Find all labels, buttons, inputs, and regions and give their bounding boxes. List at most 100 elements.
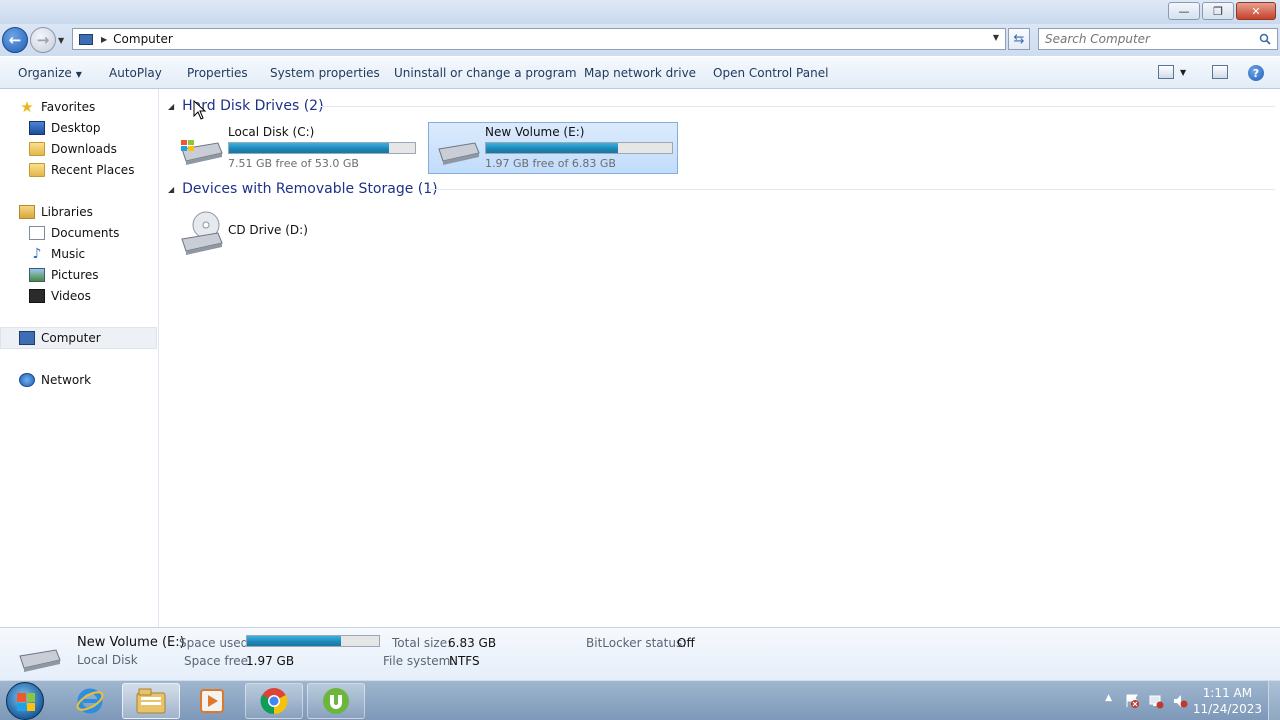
title-bar: — ❐ ✕	[0, 0, 1280, 24]
computer-icon	[19, 331, 35, 345]
show-hidden-icons-button[interactable]: ▲	[1105, 693, 1112, 703]
preview-pane-button[interactable]	[1212, 65, 1228, 79]
breadcrumb-computer[interactable]: Computer	[113, 32, 173, 46]
uninstall-program-button[interactable]: Uninstall or change a program	[394, 66, 577, 80]
back-button[interactable]: ←	[2, 27, 28, 53]
open-control-panel-button[interactable]: Open Control Panel	[713, 66, 828, 80]
properties-button[interactable]: Properties	[187, 66, 248, 80]
collapse-triangle-icon[interactable]: ◢	[168, 102, 174, 111]
sidebar-label: Recent Places	[51, 163, 135, 177]
clock-time: 1:11 AM	[1202, 686, 1253, 700]
change-view-button[interactable]: ▼	[1158, 65, 1186, 79]
sidebar-item-videos[interactable]: Videos	[29, 286, 91, 306]
details-subtitle: Local Disk	[77, 653, 138, 667]
clock-date: 11/24/2023	[1192, 702, 1262, 716]
clock[interactable]: 1:11 AM 11/24/2023	[1193, 685, 1262, 717]
search-box[interactable]	[1038, 28, 1278, 50]
total-size-label: Total size:	[392, 636, 452, 650]
taskbar-windows-explorer[interactable]	[122, 683, 180, 719]
maximize-button[interactable]: ❐	[1202, 2, 1234, 20]
search-input[interactable]	[1045, 32, 1255, 46]
documents-icon	[29, 226, 45, 240]
hard-drive-icon	[19, 649, 61, 672]
sidebar-label: Desktop	[51, 121, 101, 135]
space-used-label: Space used:	[179, 636, 253, 650]
drive-item-e[interactable]: New Volume (E:) 1.97 GB free of 6.83 GB	[428, 122, 678, 174]
space-used-bar	[246, 635, 380, 647]
address-dropdown-icon[interactable]: ▼	[993, 33, 999, 42]
help-button[interactable]: ?	[1248, 65, 1264, 81]
space-used-fill	[247, 636, 341, 646]
group-divider	[428, 189, 1275, 190]
show-desktop-button[interactable]	[1268, 681, 1280, 720]
action-center-flag-icon[interactable]	[1124, 693, 1140, 709]
hard-drive-icon	[438, 142, 480, 165]
map-network-drive-button[interactable]: Map network drive	[584, 66, 696, 80]
forward-button[interactable]: →	[30, 27, 56, 53]
organize-button[interactable]: Organize ▼	[18, 66, 82, 80]
group-header-removable[interactable]: ◢ Devices with Removable Storage (1)	[168, 178, 438, 200]
sidebar-label: Computer	[41, 331, 101, 345]
drive-usage-fill	[486, 143, 619, 153]
preview-pane-icon	[1212, 65, 1228, 79]
star-icon: ★	[20, 98, 34, 116]
sidebar-item-downloads[interactable]: Downloads	[29, 139, 117, 159]
collapse-triangle-icon[interactable]: ◢	[168, 185, 174, 194]
search-icon[interactable]	[1259, 33, 1271, 45]
navigation-pane: ★ Favorites Desktop Downloads Recent Plac…	[0, 89, 159, 627]
address-bar[interactable]: ▶ Computer ▼	[72, 28, 1006, 50]
file-system-label: File system:	[383, 654, 455, 668]
taskbar-utorrent[interactable]	[307, 683, 365, 719]
sidebar-item-network[interactable]: Network	[19, 370, 91, 390]
bitlocker-label: BitLocker status:	[586, 636, 687, 650]
sidebar-item-documents[interactable]: Documents	[29, 223, 119, 243]
sidebar-item-pictures[interactable]: Pictures	[29, 265, 99, 285]
libraries-icon	[19, 205, 35, 219]
breadcrumb-chevron-icon[interactable]: ▶	[101, 35, 107, 44]
sidebar-label: Libraries	[41, 205, 93, 219]
command-bar: Organize ▼ AutoPlay Properties System pro…	[0, 56, 1280, 89]
network-icon	[19, 373, 35, 387]
drive-usage-bar	[228, 142, 416, 154]
sidebar-item-libraries[interactable]: Libraries	[19, 202, 93, 222]
view-icon	[1158, 65, 1174, 79]
sidebar-label: Favorites	[41, 100, 96, 114]
sidebar-item-computer[interactable]: Computer	[19, 328, 101, 348]
drive-item-d[interactable]: CD Drive (D:)	[172, 207, 422, 259]
downloads-folder-icon	[29, 142, 45, 156]
utorrent-icon	[323, 688, 349, 714]
sidebar-label: Documents	[51, 226, 120, 240]
cd-drive-icon	[181, 211, 223, 255]
sidebar-label: Network	[41, 373, 92, 387]
taskbar: ▲ 1:11 AM 11/24/2023	[0, 680, 1280, 720]
minimize-button[interactable]: —	[1168, 2, 1200, 20]
sidebar-item-favorites[interactable]: ★ Favorites	[19, 97, 95, 117]
drive-free-space: 1.97 GB free of 6.83 GB	[485, 157, 616, 170]
sidebar-item-desktop[interactable]: Desktop	[29, 118, 101, 138]
recent-pages-dropdown[interactable]: ▼	[58, 36, 64, 45]
total-size-value: 6.83 GB	[448, 636, 497, 650]
system-properties-button[interactable]: System properties	[270, 66, 380, 80]
volume-muted-icon[interactable]	[1172, 693, 1188, 709]
group-divider	[320, 106, 1275, 107]
taskbar-media-player[interactable]	[183, 683, 241, 719]
drive-name: New Volume (E:)	[485, 125, 585, 139]
drive-name: CD Drive (D:)	[228, 223, 308, 237]
drive-item-c[interactable]: Local Disk (C:) 7.51 GB free of 53.0 GB	[172, 123, 422, 175]
close-button[interactable]: ✕	[1236, 2, 1276, 20]
network-status-icon[interactable]	[1148, 693, 1164, 709]
navigation-bar: ← → ▼ ▶ Computer ▼ ⇆	[0, 24, 1280, 56]
sidebar-label: Pictures	[51, 268, 99, 282]
autoplay-button[interactable]: AutoPlay	[109, 66, 162, 80]
sidebar-item-recent-places[interactable]: Recent Places	[29, 160, 134, 180]
sidebar-item-music[interactable]: ♪ Music	[29, 244, 86, 264]
taskbar-chrome[interactable]	[245, 683, 303, 719]
taskbar-internet-explorer[interactable]	[61, 683, 119, 719]
start-button[interactable]	[6, 682, 44, 720]
refresh-button[interactable]: ⇆	[1008, 28, 1030, 50]
pictures-icon	[29, 268, 45, 282]
group-header-hard-disk[interactable]: ◢ Hard Disk Drives (2)	[168, 95, 324, 117]
drive-usage-fill	[229, 143, 389, 153]
desktop-icon	[29, 121, 45, 135]
chrome-icon	[260, 688, 288, 715]
